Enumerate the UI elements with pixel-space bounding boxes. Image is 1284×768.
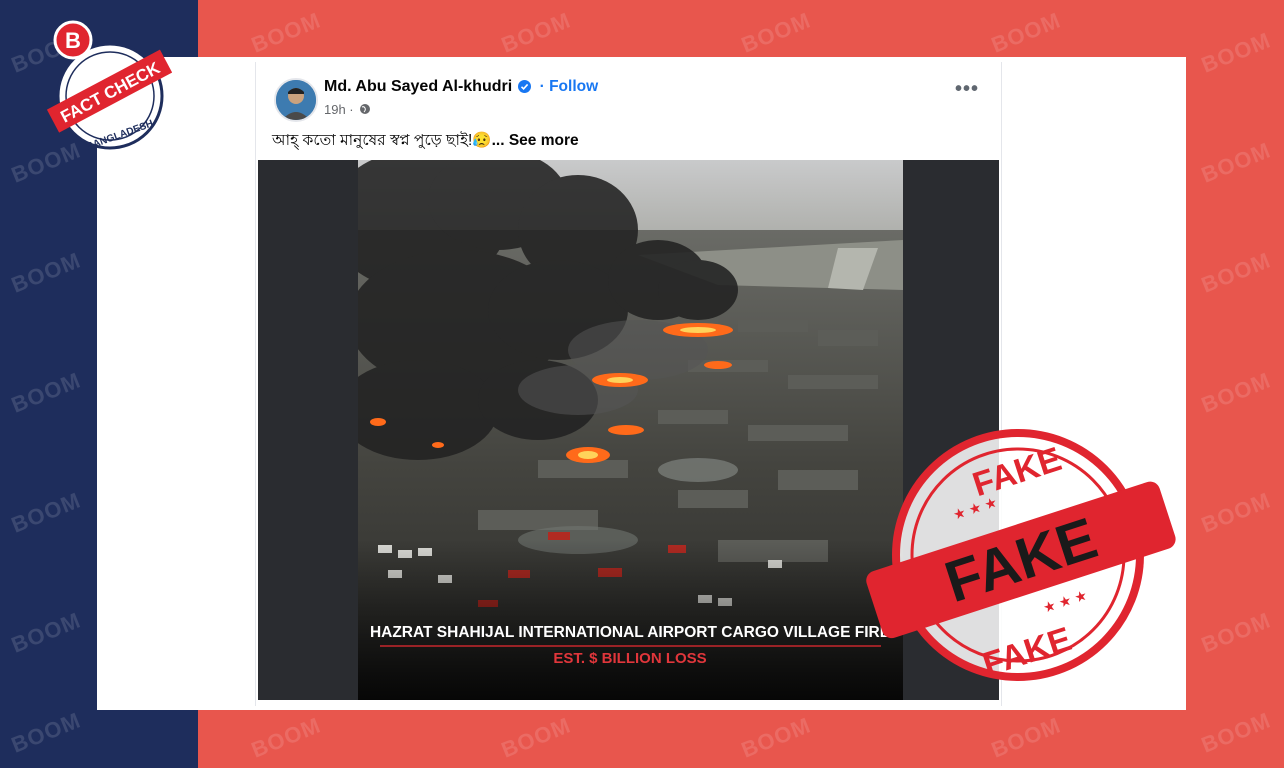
verified-icon — [518, 80, 532, 94]
badge-letter: B — [65, 28, 81, 53]
fake-stamp: FAKE FAKE ★ ★ ★ ★ ★ ★ FAKE — [860, 425, 1180, 685]
image-subline: EST. $ BILLION LOSS — [553, 650, 706, 667]
globe-icon — [360, 104, 371, 114]
avatar-icon — [276, 80, 316, 120]
fact-check-logo-icon: B FACT CHECK BANGLADESH — [46, 20, 173, 153]
photo-illustration: HAZRAT SHAHIJAL INTERNATIONAL AIRPORT CA… — [358, 160, 903, 700]
more-options-icon[interactable]: ••• — [955, 79, 979, 99]
author-avatar[interactable] — [274, 78, 318, 122]
caption-text: আহ্ কতো মানুষের স্বপ্ন পুড়ে ছাই!😥 — [272, 132, 492, 149]
author-name[interactable]: Md. Abu Sayed Al-khudri — [324, 78, 512, 95]
fake-stamp-icon: FAKE FAKE ★ ★ ★ ★ ★ ★ FAKE — [866, 429, 1176, 684]
fact-check-badge: B FACT CHECK BANGLADESH — [42, 18, 173, 153]
post-caption: আহ্ কতো মানুষের স্বপ্ন পুড়ে ছাই!😥... Se… — [272, 128, 579, 154]
follow-button[interactable]: · Follow — [540, 78, 599, 95]
post-meta: 19h · — [324, 102, 371, 117]
see-more-link[interactable]: ... See more — [492, 132, 579, 149]
post-author-row: Md. Abu Sayed Al-khudri · Follow — [324, 78, 598, 96]
image-headline: HAZRAT SHAHIJAL INTERNATIONAL AIRPORT CA… — [370, 624, 890, 641]
fire-photo: HAZRAT SHAHIJAL INTERNATIONAL AIRPORT CA… — [358, 160, 903, 700]
post-time[interactable]: 19h · — [324, 102, 354, 117]
